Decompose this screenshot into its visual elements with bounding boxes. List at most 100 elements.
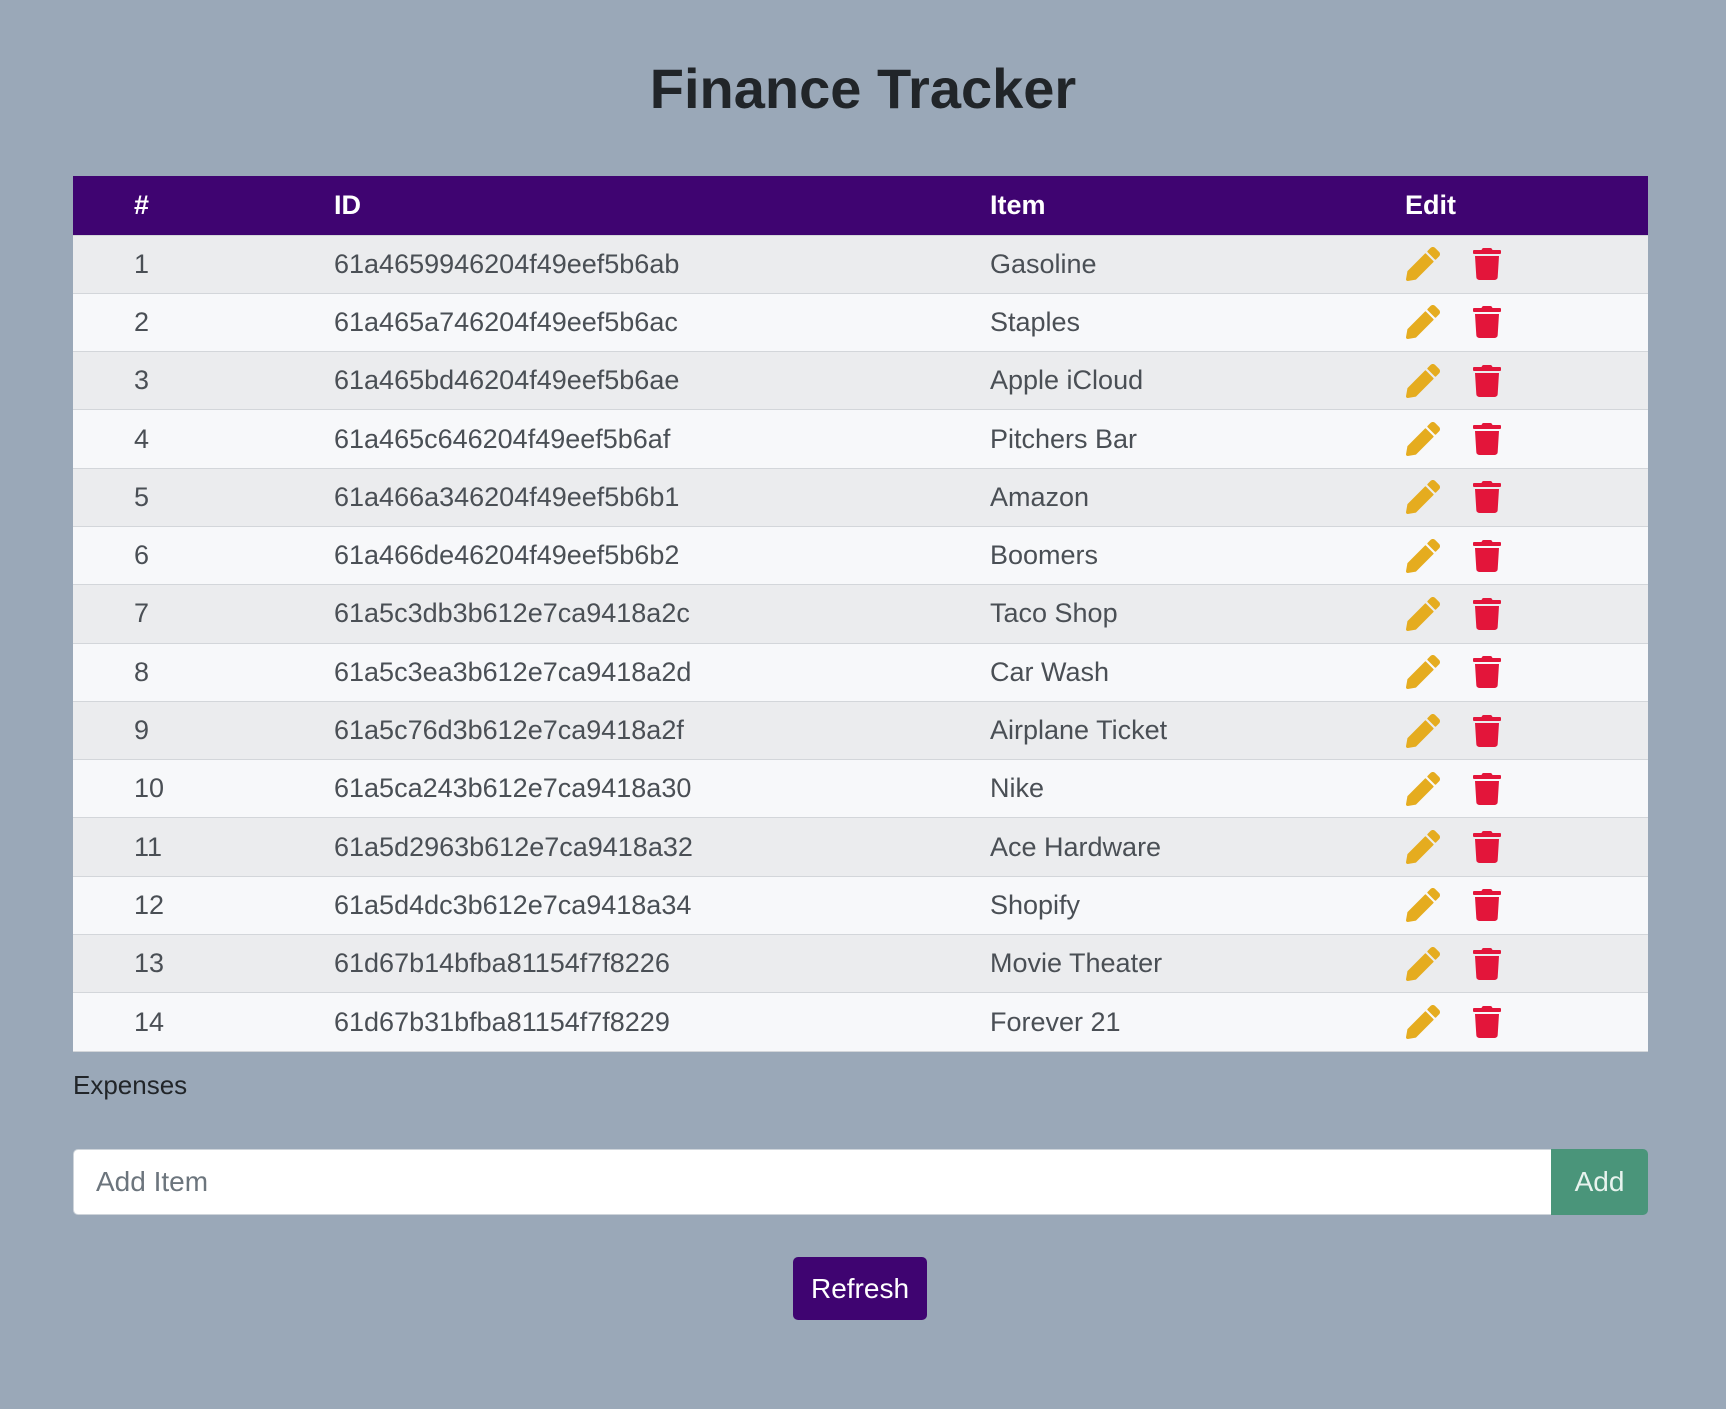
trash-icon[interactable] <box>1469 654 1505 690</box>
cell-actions <box>1405 468 1648 526</box>
pencil-icon[interactable] <box>1405 304 1441 340</box>
cell-item: Shopify <box>990 889 1081 920</box>
cell-id: 61a5d2963b612e7ca9418a32 <box>334 831 693 862</box>
cell-number: 4 <box>134 423 150 454</box>
cell-item: Car Wash <box>990 656 1110 687</box>
trash-icon[interactable] <box>1469 363 1505 399</box>
pencil-icon[interactable] <box>1405 538 1441 574</box>
cell-item: Boomers <box>990 540 1099 571</box>
expenses-table: # ID Item Edit 1 61a4659946204f49eef5b6ab… <box>73 176 1648 1052</box>
table-header: # ID Item Edit <box>73 176 1648 235</box>
row-actions <box>1405 304 1648 340</box>
column-header-item: Item <box>990 189 1046 220</box>
cell-item: Taco Shop <box>990 598 1118 629</box>
trash-icon[interactable] <box>1469 771 1505 807</box>
trash-icon[interactable] <box>1469 829 1505 865</box>
cell-item: Forever 21 <box>990 1006 1121 1037</box>
row-actions <box>1405 363 1648 399</box>
cell-id: 61a465c646204f49eef5b6af <box>334 423 671 454</box>
pencil-icon[interactable] <box>1405 771 1441 807</box>
cell-id: 61a5d4dc3b612e7ca9418a34 <box>334 889 692 920</box>
pencil-icon[interactable] <box>1405 421 1441 457</box>
cell-actions <box>1405 876 1648 934</box>
pencil-icon[interactable] <box>1405 946 1441 982</box>
table-row: 12 61a5d4dc3b612e7ca9418a34 Shopify <box>73 876 1648 935</box>
cell-id: 61a466de46204f49eef5b6b2 <box>334 540 680 571</box>
cell-number: 2 <box>134 306 150 337</box>
pencil-icon[interactable] <box>1405 596 1441 632</box>
cell-number: 8 <box>134 656 150 687</box>
cell-number: 1 <box>134 248 150 279</box>
trash-icon[interactable] <box>1469 887 1505 923</box>
cell-item: Movie Theater <box>990 948 1163 979</box>
table-row: 10 61a5ca243b612e7ca9418a30 Nike <box>73 759 1648 818</box>
cell-item: Nike <box>990 773 1045 804</box>
cell-number: 12 <box>134 889 165 920</box>
row-actions <box>1405 829 1648 865</box>
table-row: 1 61a4659946204f49eef5b6ab Gasoline <box>73 235 1648 294</box>
cell-item: Ace Hardware <box>990 831 1162 862</box>
cell-actions <box>1405 701 1648 759</box>
cell-item: Gasoline <box>990 248 1097 279</box>
table-row: 8 61a5c3ea3b612e7ca9418a2d Car Wash <box>73 643 1648 702</box>
cell-item: Airplane Ticket <box>990 715 1168 746</box>
trash-icon[interactable] <box>1469 479 1505 515</box>
table-row: 9 61a5c76d3b612e7ca9418a2f Airplane Ticket <box>73 701 1648 760</box>
pencil-icon[interactable] <box>1405 479 1441 515</box>
pencil-icon[interactable] <box>1405 1004 1441 1040</box>
table-row: 3 61a465bd46204f49eef5b6ae Apple iCloud <box>73 351 1648 410</box>
pencil-icon[interactable] <box>1405 713 1441 749</box>
cell-actions <box>1405 818 1648 876</box>
row-actions <box>1405 538 1648 574</box>
cell-item: Staples <box>990 306 1081 337</box>
add-item-input[interactable] <box>73 1149 1551 1215</box>
cell-number: 6 <box>134 540 150 571</box>
refresh-button[interactable]: Refresh <box>793 1257 927 1320</box>
trash-icon[interactable] <box>1469 713 1505 749</box>
column-header-id: ID <box>334 189 361 220</box>
trash-icon[interactable] <box>1469 946 1505 982</box>
cell-number: 5 <box>134 481 150 512</box>
pencil-icon[interactable] <box>1405 363 1441 399</box>
table-row: 11 61a5d2963b612e7ca9418a32 Ace Hardware <box>73 817 1648 877</box>
cell-id: 61a4659946204f49eef5b6ab <box>334 248 680 279</box>
column-header-edit: Edit <box>1405 189 1456 220</box>
row-actions <box>1405 596 1648 632</box>
cell-actions <box>1405 585 1648 643</box>
table-body: 1 61a4659946204f49eef5b6ab Gasoline 2 61a465… <box>73 235 1648 1052</box>
trash-icon[interactable] <box>1469 421 1505 457</box>
pencil-icon[interactable] <box>1405 887 1441 923</box>
table-row: 4 61a465c646204f49eef5b6af Pitchers Bar <box>73 409 1648 469</box>
cell-id: 61a5c76d3b612e7ca9418a2f <box>334 715 684 746</box>
cell-id: 61d67b31bfba81154f7f8229 <box>334 1006 670 1037</box>
cell-item: Pitchers Bar <box>990 423 1138 454</box>
trash-icon[interactable] <box>1469 1004 1505 1040</box>
pencil-icon[interactable] <box>1405 654 1441 690</box>
cell-number: 9 <box>134 715 150 746</box>
column-header-number: # <box>134 189 150 220</box>
cell-actions <box>1405 352 1648 410</box>
cell-number: 11 <box>134 831 163 862</box>
trash-icon[interactable] <box>1469 596 1505 632</box>
cell-actions <box>1405 935 1648 993</box>
table-row: 7 61a5c3db3b612e7ca9418a2c Taco Shop <box>73 584 1648 644</box>
row-actions <box>1405 713 1648 749</box>
row-actions <box>1405 421 1648 457</box>
trash-icon[interactable] <box>1469 538 1505 574</box>
row-actions <box>1405 479 1648 515</box>
row-actions <box>1405 246 1648 282</box>
pencil-icon[interactable] <box>1405 246 1441 282</box>
table-row: 14 61d67b31bfba81154f7f8229 Forever 21 <box>73 992 1648 1052</box>
cell-number: 13 <box>134 948 165 979</box>
cell-actions <box>1405 643 1648 701</box>
trash-icon[interactable] <box>1469 304 1505 340</box>
add-button[interactable]: Add <box>1551 1149 1648 1215</box>
cell-actions <box>1405 993 1648 1051</box>
cell-actions <box>1405 760 1648 818</box>
cell-actions <box>1405 526 1648 584</box>
pencil-icon[interactable] <box>1405 829 1441 865</box>
table-row: 2 61a465a746204f49eef5b6ac Staples <box>73 293 1648 352</box>
trash-icon[interactable] <box>1469 246 1505 282</box>
table-header-row: # ID Item Edit <box>73 176 1648 235</box>
expenses-table-container: # ID Item Edit 1 61a4659946204f49eef5b6ab… <box>73 176 1648 1052</box>
